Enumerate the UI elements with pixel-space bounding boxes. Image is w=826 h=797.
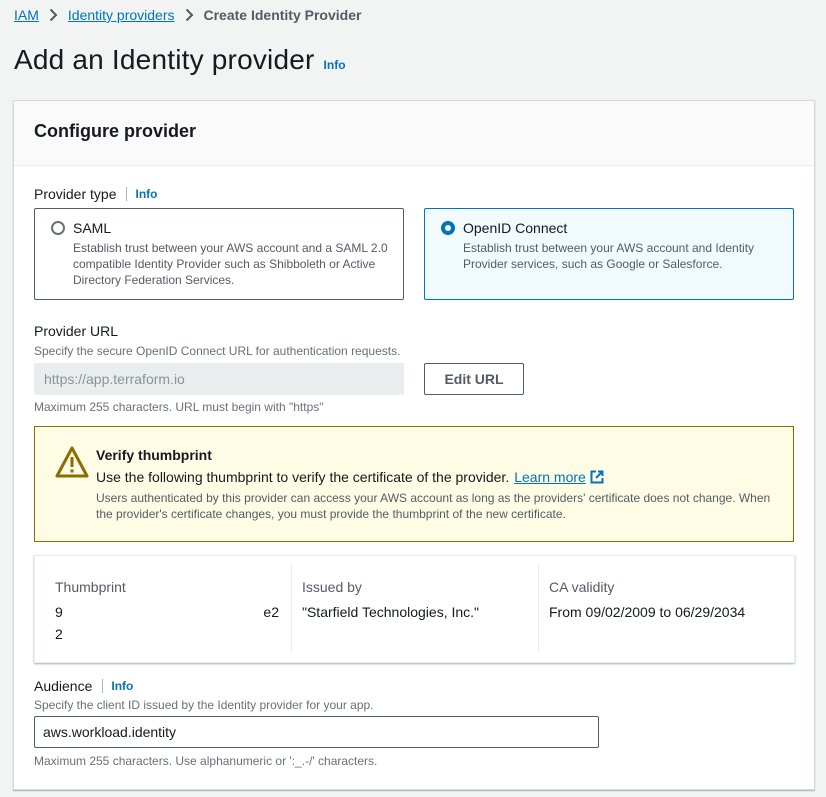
alert-detail: Users authenticated by this provider can… [96, 491, 771, 521]
chevron-right-icon [49, 8, 58, 22]
alert-title: Verify thumbprint [96, 447, 212, 463]
provider-type-label-row: Provider type Info [34, 186, 157, 202]
thumbprint-header: Thumbprint [55, 579, 126, 595]
thumbprint-column: Thumbprint 9 e2 2 [55, 564, 291, 652]
edit-url-button[interactable]: Edit URL [424, 363, 524, 395]
label-divider [102, 679, 104, 693]
verify-thumbprint-alert: Verify thumbprint Use the following thum… [34, 426, 794, 542]
breadcrumb-iam-link[interactable]: IAM [14, 7, 39, 23]
provider-type-info-link[interactable]: Info [135, 187, 157, 201]
learn-more-link[interactable]: Learn more [514, 469, 586, 485]
ca-validity-header: CA validity [549, 579, 615, 595]
provider-tile-saml[interactable]: SAML Establish trust between your AWS ac… [34, 208, 404, 300]
breadcrumb: IAM Identity providers Create Identity P… [14, 6, 361, 24]
chevron-right-icon [185, 8, 194, 22]
provider-url-label-row: Provider URL [34, 323, 118, 339]
audience-description: Specify the client ID issued by the Iden… [34, 698, 374, 712]
label-divider [126, 187, 128, 201]
thumbprint-value-end: e2 [263, 604, 279, 620]
openid-connect-title: OpenID Connect [463, 220, 568, 236]
alert-text-row: Use the following thumbprint to verify t… [96, 469, 604, 485]
issued-by-column: Issued by "Starfield Technologies, Inc." [291, 564, 538, 652]
saml-title: SAML [73, 220, 112, 236]
panel-title: Configure provider [34, 121, 197, 141]
alert-text: Use the following thumbprint to verify t… [96, 469, 510, 485]
audience-label: Audience [34, 678, 93, 694]
audience-constraint: Maximum 255 characters. Use alphanumeric… [34, 754, 378, 768]
configure-provider-panel: Configure provider Provider type Info SA… [13, 100, 815, 790]
page-header: Add an Identity provider Info [14, 44, 346, 76]
ca-validity-value: From 09/02/2009 to 06/29/2034 [549, 604, 746, 620]
audience-label-row: Audience Info [34, 678, 133, 694]
page-title: Add an Identity provider [14, 44, 315, 75]
saml-radio[interactable] [51, 221, 65, 235]
thumbprint-table: Thumbprint 9 e2 2 Issued by "Starfield T… [34, 555, 795, 663]
provider-url-input[interactable]: https://app.terraform.io [34, 363, 404, 395]
external-link-icon[interactable] [590, 470, 604, 484]
breadcrumb-current: Create Identity Provider [203, 7, 362, 23]
panel-header: Configure provider [14, 101, 814, 166]
provider-url-label: Provider URL [34, 323, 119, 339]
openid-connect-description: Establish trust between your AWS account… [463, 241, 755, 271]
openid-connect-radio[interactable] [441, 221, 455, 235]
provider-url-constraint: Maximum 255 characters. URL must begin w… [34, 400, 324, 414]
issued-by-value: "Starfield Technologies, Inc." [302, 604, 480, 620]
audience-input[interactable]: aws.workload.identity [34, 716, 599, 748]
audience-info-link[interactable]: Info [111, 679, 133, 693]
provider-tile-openid-connect[interactable]: OpenID Connect Establish trust between y… [424, 208, 794, 300]
provider-url-description: Specify the secure OpenID Connect URL fo… [34, 344, 401, 358]
breadcrumb-identity-providers-link[interactable]: Identity providers [68, 7, 175, 23]
thumbprint-value-line2: 2 [55, 626, 63, 642]
thumbprint-value-start: 9 [55, 604, 63, 620]
ca-validity-column: CA validity From 09/02/2009 to 06/29/203… [538, 564, 794, 652]
page-info-link[interactable]: Info [324, 58, 346, 72]
saml-description: Establish trust between your AWS account… [73, 241, 388, 287]
issued-by-header: Issued by [302, 579, 362, 595]
provider-type-label: Provider type [34, 186, 117, 202]
warning-icon [55, 445, 89, 479]
